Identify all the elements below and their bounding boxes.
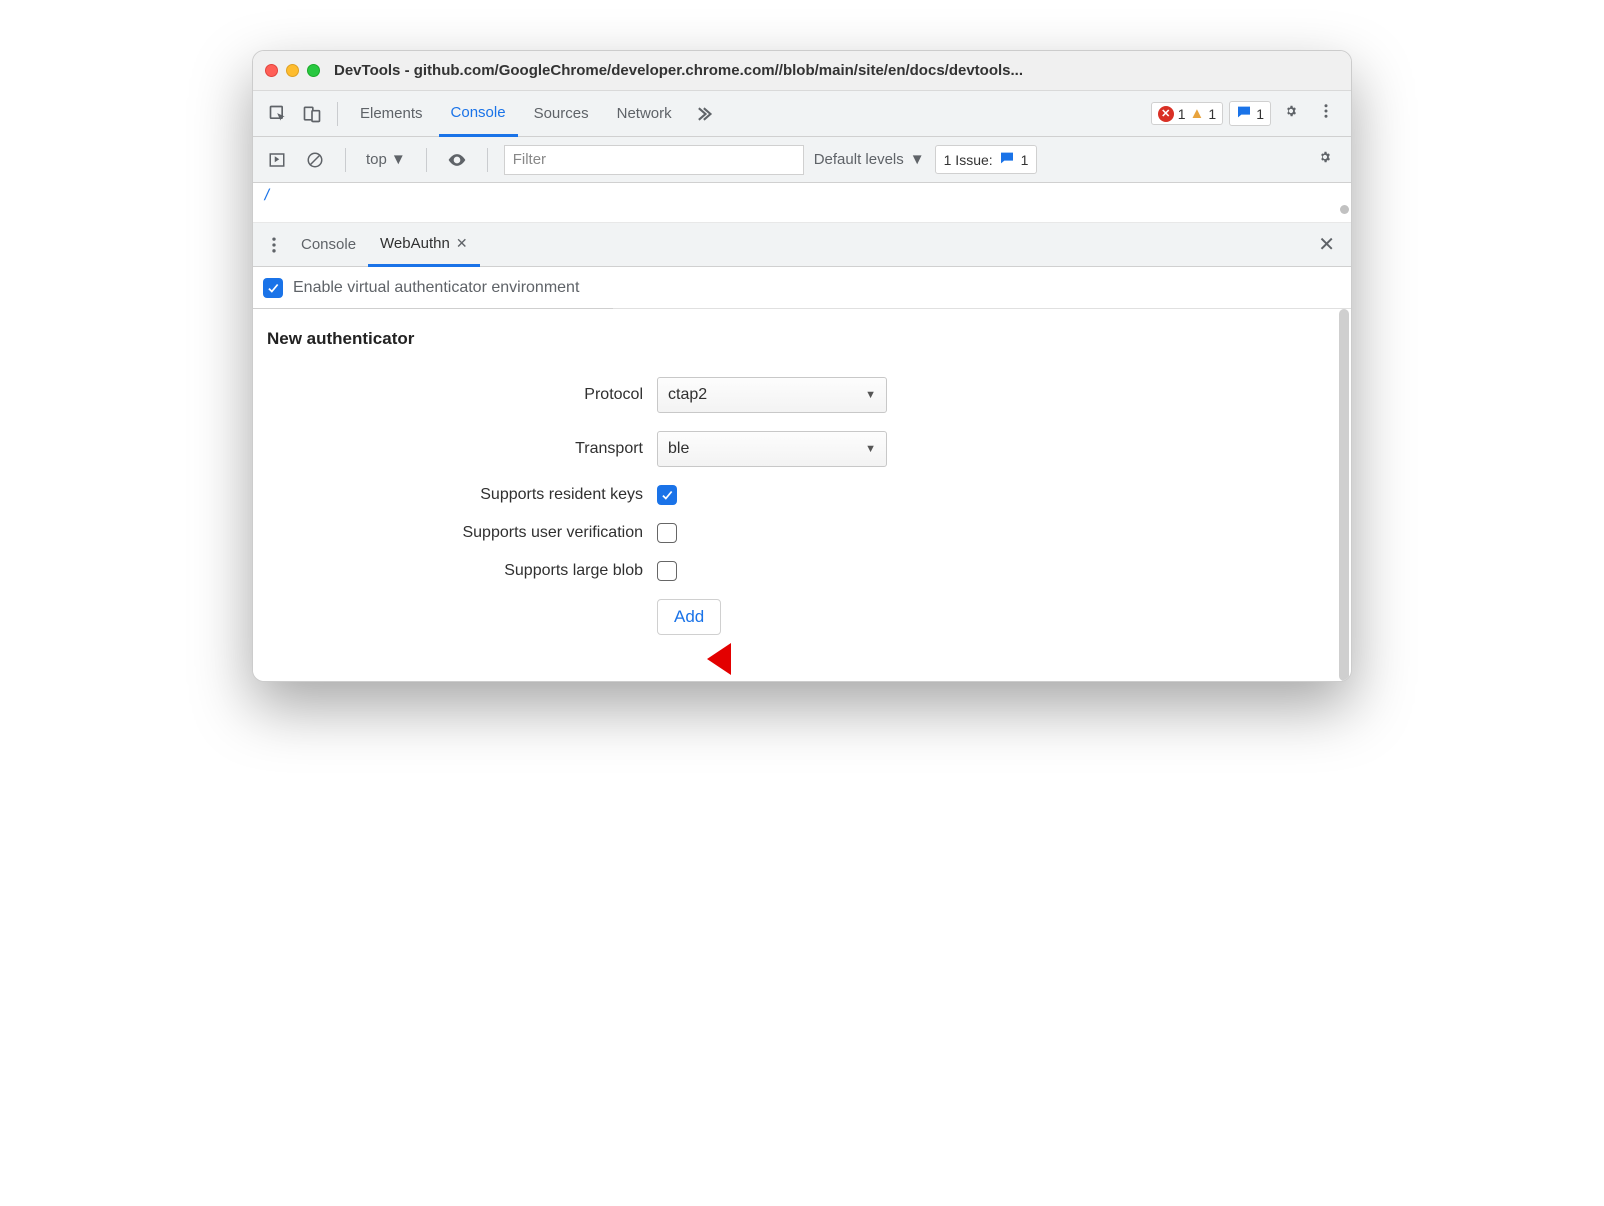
clear-console-icon[interactable] (301, 146, 329, 174)
user-verification-checkbox[interactable] (657, 523, 677, 543)
main-tabbar: Elements Console Sources Network ✕ 1 ▲ 1… (253, 91, 1351, 137)
transport-value: ble (668, 440, 689, 458)
new-authenticator-panel: New authenticator Protocol ctap2 ▼ Trans… (253, 309, 1351, 681)
transport-label: Transport (267, 440, 657, 458)
resident-keys-label: Supports resident keys (267, 486, 657, 504)
devtools-window: DevTools - github.com/GoogleChrome/devel… (252, 50, 1352, 682)
console-settings-icon[interactable] (1309, 147, 1341, 172)
chevron-down-icon: ▼ (865, 389, 876, 401)
warning-count: 1 (1208, 106, 1216, 122)
device-toggle-icon[interactable] (297, 99, 327, 129)
inspect-element-icon[interactable] (263, 99, 293, 129)
separator (337, 102, 338, 126)
issues-label: 1 Issue: (944, 152, 993, 168)
chevron-down-icon: ▼ (910, 151, 925, 168)
titlebar: DevTools - github.com/GoogleChrome/devel… (253, 51, 1351, 91)
tab-network[interactable]: Network (605, 91, 684, 137)
transport-select[interactable]: ble ▼ (657, 431, 887, 467)
scroll-thumb[interactable] (1339, 309, 1349, 681)
close-window-button[interactable] (265, 64, 278, 77)
chevron-down-icon: ▼ (391, 151, 406, 168)
messages-badge[interactable]: 1 (1229, 101, 1271, 126)
panel-body-wrap: New authenticator Protocol ctap2 ▼ Trans… (253, 309, 1351, 681)
scroll-thumb[interactable] (1340, 205, 1349, 214)
message-icon (1236, 104, 1252, 123)
drawer-tab-console[interactable]: Console (289, 223, 368, 267)
drawer-tabbar: Console WebAuthn ✕ ✕ (253, 223, 1351, 267)
context-value: top (366, 151, 387, 168)
user-verification-label: Supports user verification (267, 524, 657, 542)
console-output: / (253, 183, 1351, 223)
drawer-tab-webauthn[interactable]: WebAuthn ✕ (368, 223, 480, 267)
large-blob-label: Supports large blob (267, 562, 657, 580)
separator (426, 148, 427, 172)
window-controls (265, 64, 320, 77)
error-count: 1 (1178, 106, 1186, 122)
enable-virtual-auth-checkbox[interactable] (263, 278, 283, 298)
scrollbar[interactable] (1339, 183, 1349, 222)
error-warning-badge[interactable]: ✕ 1 ▲ 1 (1151, 102, 1223, 125)
status-badges: ✕ 1 ▲ 1 1 (1151, 101, 1271, 126)
tab-sources[interactable]: Sources (522, 91, 601, 137)
issues-button[interactable]: 1 Issue: 1 (935, 145, 1038, 174)
enable-bar: Enable virtual authenticator environment (253, 267, 1351, 309)
maximize-window-button[interactable] (307, 64, 320, 77)
enable-virtual-auth-label: Enable virtual authenticator environment (293, 279, 579, 297)
drawer-tab-label: WebAuthn (380, 235, 450, 252)
protocol-value: ctap2 (668, 386, 707, 404)
tab-elements[interactable]: Elements (348, 91, 435, 137)
issues-count: 1 (1021, 152, 1029, 168)
separator (487, 148, 488, 172)
eye-icon[interactable] (443, 146, 471, 174)
console-toolbar: top ▼ Default levels ▼ 1 Issue: 1 (253, 137, 1351, 183)
toggle-sidebar-icon[interactable] (263, 146, 291, 174)
large-blob-checkbox[interactable] (657, 561, 677, 581)
protocol-select[interactable]: ctap2 ▼ (657, 377, 887, 413)
chevron-down-icon: ▼ (865, 443, 876, 455)
resident-keys-checkbox[interactable] (657, 485, 677, 505)
close-drawer-icon[interactable]: ✕ (1308, 232, 1345, 257)
window-title: DevTools - github.com/GoogleChrome/devel… (334, 62, 1339, 79)
annotation-arrow-icon (703, 631, 783, 682)
filter-input[interactable] (504, 145, 804, 175)
levels-label: Default levels (814, 151, 904, 168)
more-tabs-icon[interactable] (688, 99, 718, 129)
add-button[interactable]: Add (657, 599, 721, 635)
message-icon (999, 150, 1015, 169)
minimize-window-button[interactable] (286, 64, 299, 77)
warning-icon: ▲ (1190, 105, 1205, 122)
protocol-label: Protocol (267, 386, 657, 404)
tab-console[interactable]: Console (439, 91, 518, 137)
error-icon: ✕ (1158, 106, 1174, 122)
drawer-kebab-icon[interactable] (259, 230, 289, 260)
separator (345, 148, 346, 172)
panel-title: New authenticator (267, 329, 1337, 349)
log-levels-selector[interactable]: Default levels ▼ (814, 151, 925, 168)
context-selector[interactable]: top ▼ (362, 151, 410, 168)
message-count: 1 (1256, 106, 1264, 122)
close-tab-icon[interactable]: ✕ (456, 235, 468, 252)
settings-icon[interactable] (1275, 101, 1307, 126)
panel-scrollbar[interactable] (1337, 309, 1351, 681)
kebab-menu-icon[interactable] (1311, 102, 1341, 125)
